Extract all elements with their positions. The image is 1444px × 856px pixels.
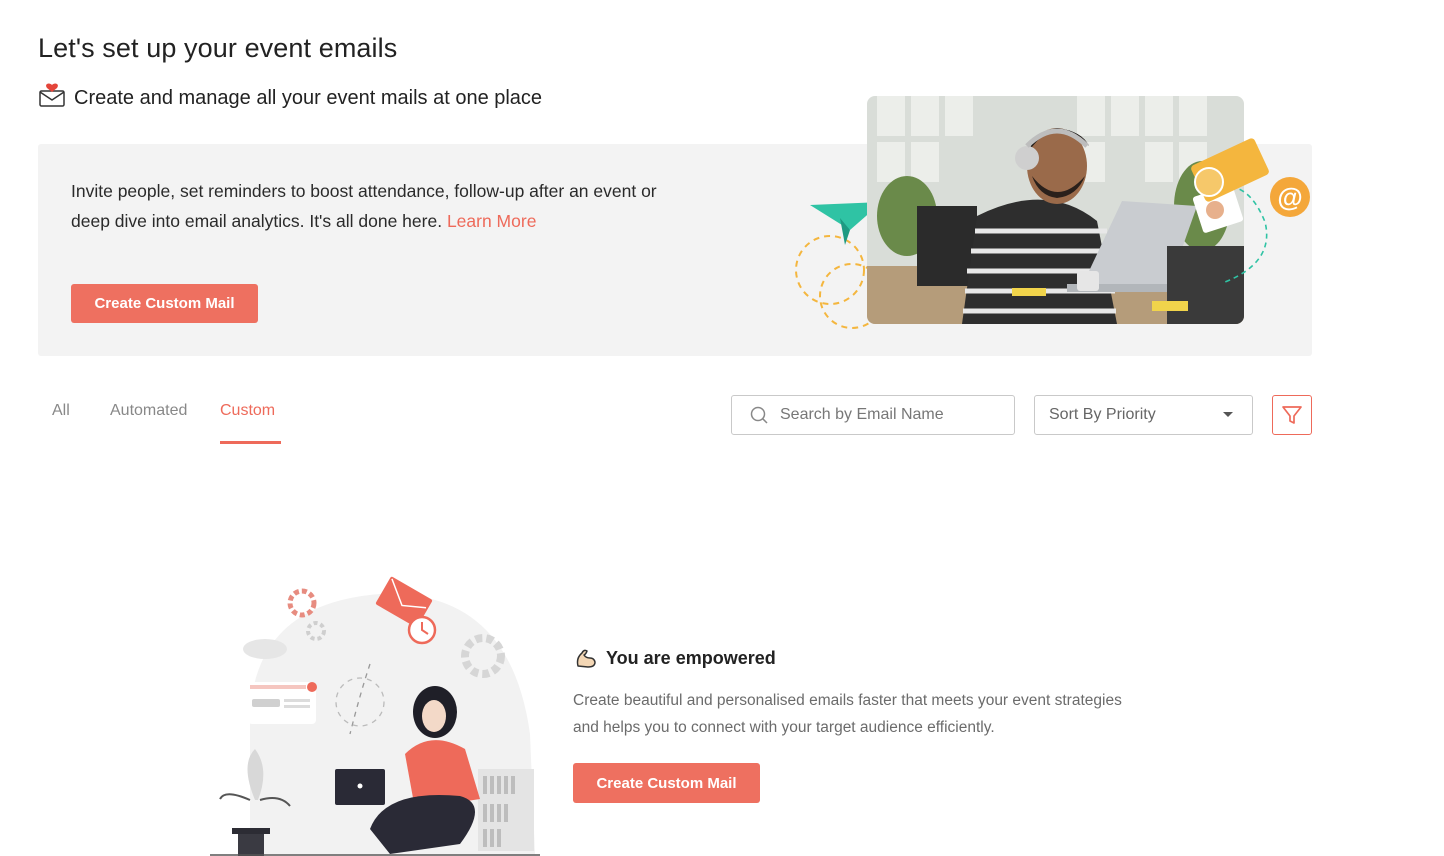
empty-state-illustration bbox=[210, 576, 540, 856]
caret-down-icon bbox=[1222, 411, 1234, 419]
contact-cards-decoration: @ bbox=[1191, 138, 1310, 283]
tab-automated[interactable]: Automated bbox=[110, 402, 187, 420]
search-icon bbox=[750, 406, 768, 424]
empty-state-title: You are empowered bbox=[574, 646, 776, 670]
banner-description: Invite people, set reminders to boost at… bbox=[71, 177, 671, 236]
page-subtitle: Create and manage all your event mails a… bbox=[38, 82, 542, 114]
learn-more-link[interactable]: Learn More bbox=[447, 211, 537, 231]
tab-custom[interactable]: Custom bbox=[220, 402, 275, 420]
search-field[interactable] bbox=[731, 395, 1015, 435]
create-custom-mail-button-empty[interactable]: Create Custom Mail bbox=[573, 763, 760, 803]
flexed-arm-icon bbox=[574, 646, 598, 670]
filter-button[interactable] bbox=[1272, 395, 1312, 435]
create-custom-mail-button[interactable]: Create Custom Mail bbox=[71, 284, 258, 323]
sort-selected-value: Sort By Priority bbox=[1049, 406, 1156, 423]
svg-text:@: @ bbox=[1277, 182, 1302, 212]
sort-dropdown[interactable]: Sort By Priority bbox=[1034, 395, 1253, 435]
empty-state-description: Create beautiful and personalised emails… bbox=[573, 692, 1122, 736]
envelope-heart-icon bbox=[38, 82, 66, 114]
search-input[interactable] bbox=[778, 405, 1002, 425]
subtitle-text: Create and manage all your event mails a… bbox=[74, 86, 543, 109]
email-type-tabs: All Automated Custom bbox=[52, 402, 312, 444]
empty-state-title-text: You are empowered bbox=[606, 647, 776, 668]
active-tab-indicator bbox=[220, 441, 281, 444]
filter-icon bbox=[1281, 404, 1303, 426]
tab-all[interactable]: All bbox=[52, 402, 70, 420]
banner-description-text: Invite people, set reminders to boost at… bbox=[71, 181, 657, 231]
page-title: Let's set up your event emails bbox=[38, 33, 398, 63]
